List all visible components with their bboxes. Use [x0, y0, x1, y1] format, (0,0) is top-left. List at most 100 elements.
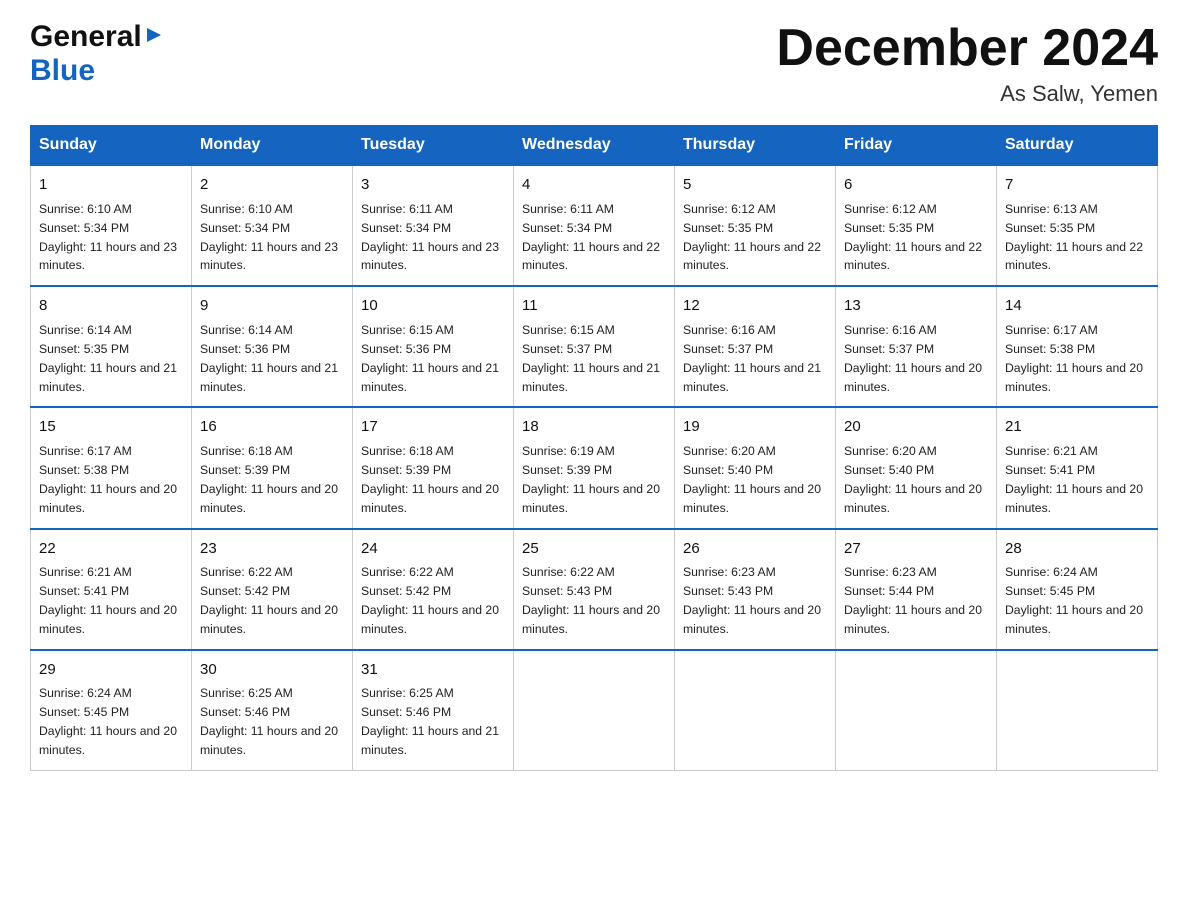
calendar-cell: 21 Sunrise: 6:21 AMSunset: 5:41 PMDayligh… — [997, 407, 1158, 528]
calendar-week-row: 22Sunrise: 6:21 AMSunset: 5:41 PMDayligh… — [31, 529, 1158, 650]
day-number: 8 — [39, 295, 183, 318]
calendar-cell: 22Sunrise: 6:21 AMSunset: 5:41 PMDayligh… — [31, 529, 192, 650]
day-sun-info: Sunrise: 6:17 AMSunset: 5:38 PMDaylight:… — [39, 442, 183, 518]
day-number: 5 — [683, 174, 827, 197]
calendar-cell: 6 Sunrise: 6:12 AMSunset: 5:35 PMDaylight… — [836, 165, 997, 286]
calendar-cell: 28Sunrise: 6:24 AMSunset: 5:45 PMDayligh… — [997, 529, 1158, 650]
calendar-cell — [675, 650, 836, 771]
calendar-week-row: 15 Sunrise: 6:17 AMSunset: 5:38 PMDayligh… — [31, 407, 1158, 528]
weekday-header-saturday: Saturday — [997, 126, 1158, 166]
day-number: 4 — [522, 174, 666, 197]
page-header: General Blue December 2024 As Salw, Yeme… — [30, 20, 1158, 107]
day-number: 13 — [844, 295, 988, 318]
calendar-table: SundayMondayTuesdayWednesdayThursdayFrid… — [30, 125, 1158, 771]
day-number: 23 — [200, 538, 344, 561]
day-sun-info: Sunrise: 6:25 AMSunset: 5:46 PMDaylight:… — [361, 684, 505, 760]
day-number: 27 — [844, 538, 988, 561]
month-year-title: December 2024 — [776, 20, 1158, 77]
calendar-cell: 2 Sunrise: 6:10 AMSunset: 5:34 PMDaylight… — [192, 165, 353, 286]
day-sun-info: Sunrise: 6:12 AMSunset: 5:35 PMDaylight:… — [683, 200, 827, 276]
weekday-header-sunday: Sunday — [31, 126, 192, 166]
day-number: 21 — [1005, 416, 1149, 439]
day-number: 1 — [39, 174, 183, 197]
day-number: 26 — [683, 538, 827, 561]
day-number: 30 — [200, 659, 344, 682]
calendar-cell: 23Sunrise: 6:22 AMSunset: 5:42 PMDayligh… — [192, 529, 353, 650]
logo: General Blue — [30, 20, 164, 88]
calendar-cell: 1 Sunrise: 6:10 AMSunset: 5:34 PMDaylight… — [31, 165, 192, 286]
calendar-cell: 13Sunrise: 6:16 AMSunset: 5:37 PMDayligh… — [836, 286, 997, 407]
day-number: 28 — [1005, 538, 1149, 561]
day-sun-info: Sunrise: 6:16 AMSunset: 5:37 PMDaylight:… — [683, 321, 827, 397]
calendar-week-row: 1 Sunrise: 6:10 AMSunset: 5:34 PMDaylight… — [31, 165, 1158, 286]
calendar-cell: 18Sunrise: 6:19 AMSunset: 5:39 PMDayligh… — [514, 407, 675, 528]
day-number: 20 — [844, 416, 988, 439]
calendar-cell: 12 Sunrise: 6:16 AMSunset: 5:37 PMDayligh… — [675, 286, 836, 407]
day-number: 19 — [683, 416, 827, 439]
day-sun-info: Sunrise: 6:18 AMSunset: 5:39 PMDaylight:… — [200, 442, 344, 518]
day-number: 12 — [683, 295, 827, 318]
day-sun-info: Sunrise: 6:24 AMSunset: 5:45 PMDaylight:… — [39, 684, 183, 760]
logo-arrow-icon — [144, 25, 164, 50]
logo-general-text: General — [30, 20, 142, 54]
day-sun-info: Sunrise: 6:21 AMSunset: 5:41 PMDaylight:… — [39, 563, 183, 639]
day-number: 14 — [1005, 295, 1149, 318]
day-sun-info: Sunrise: 6:22 AMSunset: 5:43 PMDaylight:… — [522, 563, 666, 639]
day-sun-info: Sunrise: 6:22 AMSunset: 5:42 PMDaylight:… — [361, 563, 505, 639]
calendar-cell: 8 Sunrise: 6:14 AMSunset: 5:35 PMDaylight… — [31, 286, 192, 407]
calendar-cell: 7Sunrise: 6:13 AMSunset: 5:35 PMDaylight… — [997, 165, 1158, 286]
day-sun-info: Sunrise: 6:14 AMSunset: 5:36 PMDaylight:… — [200, 321, 344, 397]
day-number: 9 — [200, 295, 344, 318]
day-sun-info: Sunrise: 6:14 AMSunset: 5:35 PMDaylight:… — [39, 321, 183, 397]
day-sun-info: Sunrise: 6:20 AMSunset: 5:40 PMDaylight:… — [844, 442, 988, 518]
calendar-cell: 24Sunrise: 6:22 AMSunset: 5:42 PMDayligh… — [353, 529, 514, 650]
day-number: 17 — [361, 416, 505, 439]
day-sun-info: Sunrise: 6:11 AMSunset: 5:34 PMDaylight:… — [522, 200, 666, 276]
weekday-header-thursday: Thursday — [675, 126, 836, 166]
day-sun-info: Sunrise: 6:23 AMSunset: 5:44 PMDaylight:… — [844, 563, 988, 639]
calendar-cell: 11Sunrise: 6:15 AMSunset: 5:37 PMDayligh… — [514, 286, 675, 407]
day-number: 3 — [361, 174, 505, 197]
calendar-week-row: 8 Sunrise: 6:14 AMSunset: 5:35 PMDaylight… — [31, 286, 1158, 407]
day-sun-info: Sunrise: 6:17 AMSunset: 5:38 PMDaylight:… — [1005, 321, 1149, 397]
day-number: 18 — [522, 416, 666, 439]
location-subtitle: As Salw, Yemen — [776, 81, 1158, 107]
logo-blue-text: Blue — [30, 54, 95, 88]
calendar-cell: 25Sunrise: 6:22 AMSunset: 5:43 PMDayligh… — [514, 529, 675, 650]
day-number: 7 — [1005, 174, 1149, 197]
calendar-cell — [836, 650, 997, 771]
title-block: December 2024 As Salw, Yemen — [776, 20, 1158, 107]
day-sun-info: Sunrise: 6:25 AMSunset: 5:46 PMDaylight:… — [200, 684, 344, 760]
calendar-week-row: 29Sunrise: 6:24 AMSunset: 5:45 PMDayligh… — [31, 650, 1158, 771]
day-number: 6 — [844, 174, 988, 197]
calendar-cell: 14 Sunrise: 6:17 AMSunset: 5:38 PMDayligh… — [997, 286, 1158, 407]
calendar-cell — [514, 650, 675, 771]
day-number: 16 — [200, 416, 344, 439]
calendar-cell — [997, 650, 1158, 771]
day-sun-info: Sunrise: 6:24 AMSunset: 5:45 PMDaylight:… — [1005, 563, 1149, 639]
day-sun-info: Sunrise: 6:21 AMSunset: 5:41 PMDaylight:… — [1005, 442, 1149, 518]
day-sun-info: Sunrise: 6:12 AMSunset: 5:35 PMDaylight:… — [844, 200, 988, 276]
calendar-cell: 3 Sunrise: 6:11 AMSunset: 5:34 PMDaylight… — [353, 165, 514, 286]
calendar-cell: 9 Sunrise: 6:14 AMSunset: 5:36 PMDaylight… — [192, 286, 353, 407]
weekday-header-row: SundayMondayTuesdayWednesdayThursdayFrid… — [31, 126, 1158, 166]
calendar-cell: 15 Sunrise: 6:17 AMSunset: 5:38 PMDayligh… — [31, 407, 192, 528]
calendar-cell: 17Sunrise: 6:18 AMSunset: 5:39 PMDayligh… — [353, 407, 514, 528]
day-number: 2 — [200, 174, 344, 197]
day-number: 31 — [361, 659, 505, 682]
calendar-cell: 20 Sunrise: 6:20 AMSunset: 5:40 PMDayligh… — [836, 407, 997, 528]
weekday-header-tuesday: Tuesday — [353, 126, 514, 166]
day-sun-info: Sunrise: 6:10 AMSunset: 5:34 PMDaylight:… — [39, 200, 183, 276]
calendar-cell: 16 Sunrise: 6:18 AMSunset: 5:39 PMDayligh… — [192, 407, 353, 528]
calendar-cell: 10Sunrise: 6:15 AMSunset: 5:36 PMDayligh… — [353, 286, 514, 407]
calendar-cell: 27Sunrise: 6:23 AMSunset: 5:44 PMDayligh… — [836, 529, 997, 650]
day-sun-info: Sunrise: 6:10 AMSunset: 5:34 PMDaylight:… — [200, 200, 344, 276]
day-sun-info: Sunrise: 6:23 AMSunset: 5:43 PMDaylight:… — [683, 563, 827, 639]
day-sun-info: Sunrise: 6:15 AMSunset: 5:36 PMDaylight:… — [361, 321, 505, 397]
day-number: 15 — [39, 416, 183, 439]
day-number: 24 — [361, 538, 505, 561]
calendar-cell: 29Sunrise: 6:24 AMSunset: 5:45 PMDayligh… — [31, 650, 192, 771]
day-sun-info: Sunrise: 6:11 AMSunset: 5:34 PMDaylight:… — [361, 200, 505, 276]
calendar-cell: 31Sunrise: 6:25 AMSunset: 5:46 PMDayligh… — [353, 650, 514, 771]
weekday-header-friday: Friday — [836, 126, 997, 166]
